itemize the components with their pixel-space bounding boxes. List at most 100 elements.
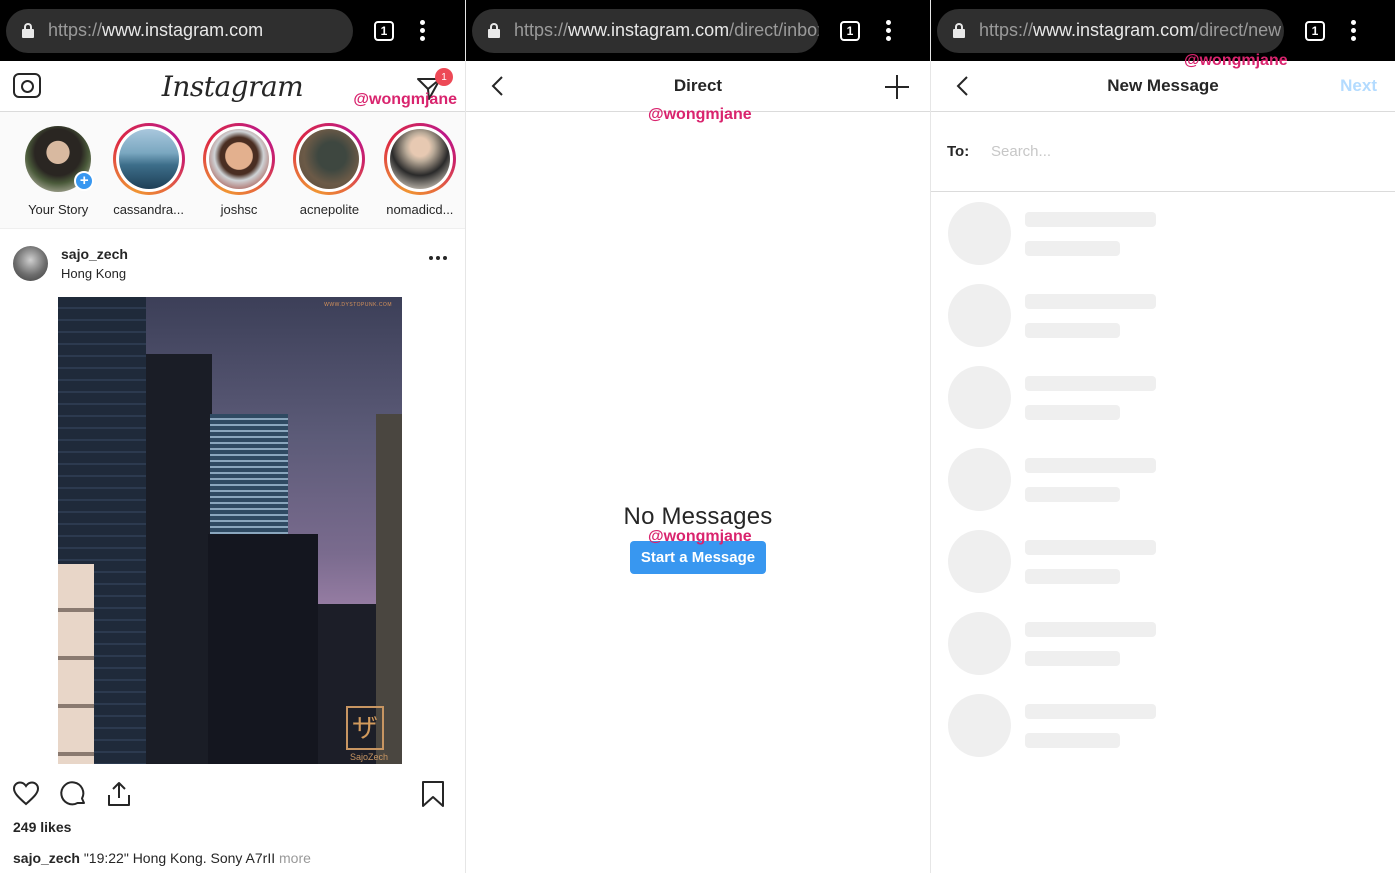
caption-more-link[interactable]: more [279,850,311,866]
skeleton-row [931,366,1395,448]
share-icon[interactable] [105,780,133,808]
building-shape [208,534,318,764]
story-name: acnepolite [299,202,360,217]
feed-screen: https://www.instagram.com 1 Instagram 1 … [0,0,465,873]
photo-signature-label: SajoZech [349,752,388,762]
story-ring: + [22,123,95,195]
story-your-story[interactable]: + Your Story [13,123,103,228]
story-ring [293,123,366,195]
feed-header: Instagram 1 @wongmjane [0,61,465,112]
add-story-plus-icon[interactable]: + [74,171,95,191]
browser-toolbar: https://www.instagram.com 1 [0,0,465,61]
url-host: www.instagram.com [568,20,730,40]
url-host: www.instagram.com [102,20,264,40]
skeleton-row [931,202,1395,284]
tab-switcher-button[interactable]: 1 [1305,20,1325,41]
lock-icon [488,23,500,38]
watermark: @wongmjane [353,91,457,108]
post-caption: sajo_zech "19:22" Hong Kong. Sony A7rII … [0,850,465,866]
url-text: https://www.instagram.com [48,20,263,41]
story-name: joshsc [220,202,258,217]
screens: https://www.instagram.com 1 Instagram 1 … [0,0,1395,873]
browser-toolbar: https://www.instagram.com/direct/inbox 1 [466,0,930,61]
direct-header: Direct [466,61,930,112]
bookmark-icon[interactable] [419,780,447,808]
post-author-avatar[interactable] [13,245,48,281]
new-message-header: New Message Next [931,61,1395,112]
to-label: To: [947,143,970,160]
post-header: sajo_zech Hong Kong [0,229,465,297]
browser-menu-icon[interactable] [885,20,891,41]
story-name: Your Story [28,202,89,217]
direct-notification-badge: 1 [435,68,453,86]
url-text: https://www.instagram.com/direct/inbox [514,20,819,41]
empty-state-title: No Messages [623,503,773,530]
address-bar[interactable]: https://www.instagram.com [6,8,353,53]
post-username[interactable]: sajo_zech [61,246,128,262]
avatar [209,129,270,189]
story-name: cassandra... [113,202,185,217]
url-host: www.instagram.com [1033,20,1195,40]
building-shape [146,354,212,764]
post-actions [0,764,465,822]
caption-text: "19:22" Hong Kong. Sony A7rII [79,850,280,866]
avatar [389,129,450,189]
instagram-logo: Instagram [161,69,304,103]
story-ring [112,123,185,195]
story-name: nomadicd... [386,202,454,217]
camera-icon[interactable] [13,73,41,98]
watermark: @wongmjane [648,106,752,123]
story-joshsc[interactable]: joshsc [194,123,284,228]
heart-icon[interactable] [12,780,40,808]
back-chevron-icon[interactable] [953,74,975,98]
lock-icon [22,23,34,38]
direct-screen: https://www.instagram.com/direct/inbox 1… [465,0,930,873]
lock-icon [953,23,965,38]
watermark: @wongmjane [648,528,752,545]
tab-switcher-button[interactable]: 1 [374,20,394,41]
sign-shape [58,564,94,764]
browser-toolbar: https://www.instagram.com/direct/new 1 [931,0,1395,61]
recipient-row: To: [931,112,1395,192]
browser-menu-icon[interactable] [1350,20,1356,41]
skeleton-row [931,284,1395,366]
page-title: Direct [673,76,723,95]
story-cassandra[interactable]: cassandra... [103,123,193,228]
post-meta: sajo_zech Hong Kong [61,246,128,281]
url-scheme: https:// [48,20,103,40]
recipient-search-input[interactable] [991,143,1371,160]
page-title: New Message [1107,76,1219,95]
photo-signature-stamp: ザ [346,706,384,750]
loading-skeleton-list [931,192,1395,776]
comment-icon[interactable] [59,780,87,808]
skeleton-row [931,694,1395,776]
avatar [118,129,179,189]
url-scheme: https:// [979,20,1034,40]
next-button[interactable]: Next [1340,76,1377,96]
photo-credit-text: WWW.DYSTOPUNK.COM [324,302,392,308]
url-text: https://www.instagram.com/direct/new [979,20,1281,41]
new-message-plus-icon[interactable] [884,74,910,100]
post-location[interactable]: Hong Kong [61,266,128,281]
more-options-icon[interactable] [429,256,447,260]
new-message-screen: https://www.instagram.com/direct/new 1 N… [930,0,1395,873]
story-ring [383,123,456,195]
story-acnepolite[interactable]: acnepolite [284,123,374,228]
post-photo[interactable]: WWW.DYSTOPUNK.COM ザ SajoZech [58,297,402,764]
url-path: /direct/inbox [729,20,819,40]
address-bar[interactable]: https://www.instagram.com/direct/new [937,8,1284,53]
browser-menu-icon[interactable] [419,20,425,41]
address-bar[interactable]: https://www.instagram.com/direct/inbox [472,8,819,53]
skeleton-row [931,612,1395,694]
caption-username[interactable]: sajo_zech [13,850,80,866]
stories-tray: + Your Story cassandra... joshsc acnepol… [0,112,465,229]
watermark: @wongmjane [1184,52,1288,69]
url-path: /direct/new [1194,20,1282,40]
story-ring [203,123,276,195]
tab-switcher-button[interactable]: 1 [840,20,860,41]
skeleton-row [931,448,1395,530]
avatar [299,129,360,189]
story-nomadicd[interactable]: nomadicd... [375,123,465,228]
back-chevron-icon[interactable] [488,74,510,98]
skeleton-row [931,530,1395,612]
